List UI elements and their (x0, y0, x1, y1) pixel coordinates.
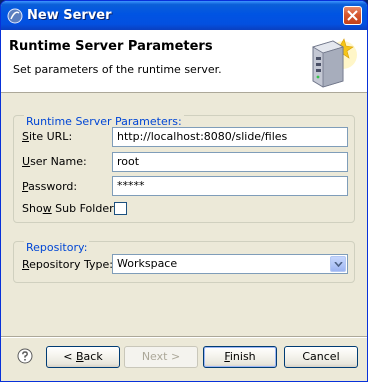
show-sub-folders-checkbox[interactable] (114, 202, 127, 215)
password-field[interactable]: ***** (112, 176, 348, 196)
repository-type-value: Workspace (117, 257, 178, 270)
user-name-label: User Name: (22, 155, 87, 168)
site-url-field[interactable]: http://localhost:8080/slide/files (112, 127, 348, 147)
site-url-label: Site URL: (22, 130, 73, 143)
repository-type-label: Repository Type: (22, 258, 113, 271)
page-description: Set parameters of the runtime server. (13, 63, 222, 76)
close-button[interactable] (343, 6, 362, 25)
button-separator (1, 336, 367, 338)
dropdown-arrow-button[interactable] (330, 256, 346, 272)
cancel-button[interactable]: Cancel (284, 346, 358, 368)
server-wizard-icon (303, 33, 359, 92)
wizard-header: Runtime Server Parameters Set parameters… (1, 30, 367, 93)
close-icon (347, 10, 358, 21)
user-name-field[interactable]: root (112, 152, 348, 172)
new-server-dialog: New Server Runtime Server Parameters Set… (0, 0, 368, 382)
show-sub-folders-label: Show Sub Folders (22, 202, 120, 215)
finish-button[interactable]: Finish (203, 346, 277, 368)
repository-legend: Repository: (24, 241, 90, 254)
back-button[interactable]: < Back (46, 346, 120, 368)
password-label: Password: (22, 180, 78, 193)
next-button[interactable]: Next > (124, 346, 198, 368)
repository-type-select[interactable]: Workspace (112, 254, 348, 274)
repository-group: Repository: Repository Type: Workspace (13, 241, 355, 283)
page-title: Runtime Server Parameters (9, 39, 213, 54)
chevron-down-icon (334, 262, 343, 267)
runtime-params-group: Runtime Server Parameters: Site URL: htt… (13, 115, 355, 223)
app-icon (7, 8, 23, 24)
title-bar[interactable]: New Server (1, 1, 367, 30)
help-icon[interactable] (17, 348, 33, 367)
window-title: New Server (27, 8, 112, 23)
